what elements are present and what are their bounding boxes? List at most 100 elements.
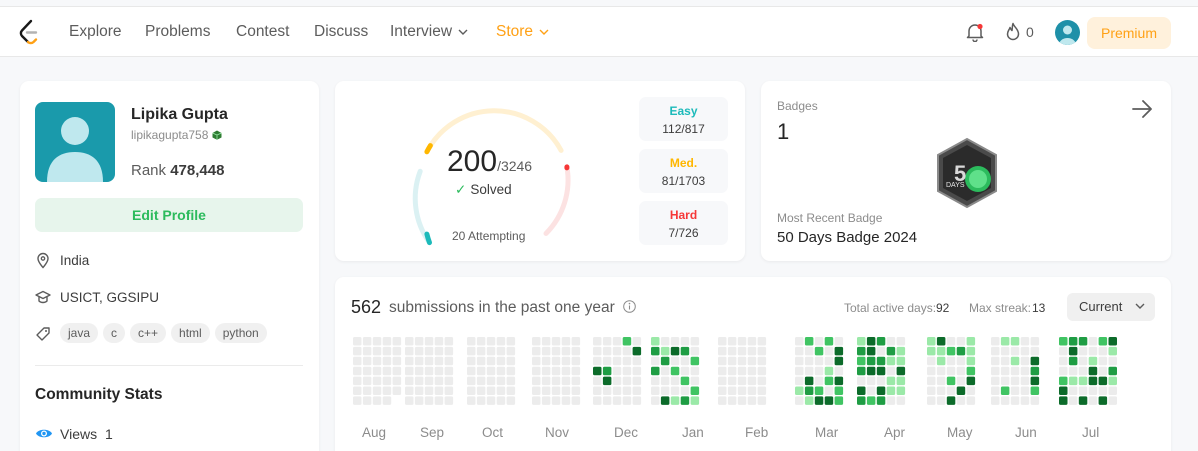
heatmap-cell[interactable] <box>486 396 496 405</box>
heatmap-cell[interactable] <box>541 356 551 366</box>
heatmap-cell[interactable] <box>680 386 690 396</box>
heatmap-cell[interactable] <box>444 376 454 386</box>
heatmap-cell[interactable] <box>414 366 424 376</box>
heatmap-cell[interactable] <box>382 376 392 386</box>
heatmap-cell[interactable] <box>1068 356 1078 366</box>
heatmap-cell[interactable] <box>467 356 476 366</box>
heatmap-cell[interactable] <box>680 337 690 346</box>
heatmap-cell[interactable] <box>886 337 896 346</box>
heatmap-cell[interactable] <box>660 337 670 346</box>
heatmap-cell[interactable] <box>966 366 976 376</box>
nav-explore[interactable]: Explore <box>69 23 122 41</box>
heatmap-cell[interactable] <box>857 366 866 376</box>
heatmap-cell[interactable] <box>690 396 700 405</box>
heatmap-cell[interactable] <box>795 366 804 376</box>
heatmap-cell[interactable] <box>532 376 541 386</box>
heatmap-cell[interactable] <box>795 386 804 396</box>
heatmap-cell[interactable] <box>886 376 896 386</box>
heatmap-cell[interactable] <box>1068 396 1078 405</box>
heatmap-cell[interactable] <box>727 337 737 346</box>
50-days-badge-icon[interactable]: 5 DAYS <box>934 137 1000 209</box>
heatmap-cell[interactable] <box>632 376 642 386</box>
heatmap-cell[interactable] <box>612 337 622 346</box>
heatmap-cell[interactable] <box>857 337 866 346</box>
heatmap-cell[interactable] <box>496 337 506 346</box>
heatmap-cell[interactable] <box>966 396 976 405</box>
heatmap-cell[interactable] <box>593 376 602 386</box>
heatmap-cell[interactable] <box>966 356 976 366</box>
heatmap-cell[interactable] <box>804 346 814 356</box>
heatmap-cell[interactable] <box>1020 337 1030 346</box>
heatmap-cell[interactable] <box>1030 337 1040 346</box>
leetcode-logo-icon[interactable] <box>17 19 41 45</box>
heatmap-cell[interactable] <box>571 366 581 376</box>
heatmap-cell[interactable] <box>392 366 402 376</box>
heatmap-cell[interactable] <box>1010 386 1020 396</box>
heatmap-cell[interactable] <box>1088 366 1098 376</box>
heatmap-cell[interactable] <box>651 386 660 396</box>
heatmap-cell[interactable] <box>632 356 642 366</box>
heatmap-cell[interactable] <box>1000 386 1010 396</box>
heatmap-cell[interactable] <box>824 346 834 356</box>
heatmap-cell[interactable] <box>1098 376 1108 386</box>
heatmap-cell[interactable] <box>857 346 866 356</box>
heatmap-cell[interactable] <box>956 386 966 396</box>
heatmap-cell[interactable] <box>834 396 844 405</box>
heatmap-cell[interactable] <box>1059 386 1068 396</box>
heatmap-cell[interactable] <box>718 356 727 366</box>
heatmap-cell[interactable] <box>747 396 757 405</box>
heatmap-cell[interactable] <box>670 396 680 405</box>
heatmap-cell[interactable] <box>444 396 454 405</box>
heatmap-cell[interactable] <box>795 356 804 366</box>
heatmap-cell[interactable] <box>1078 337 1088 346</box>
heatmap-cell[interactable] <box>372 356 382 366</box>
heatmap-cell[interactable] <box>670 346 680 356</box>
heatmap-cell[interactable] <box>956 376 966 386</box>
heatmap-cell[interactable] <box>718 366 727 376</box>
heatmap-cell[interactable] <box>372 346 382 356</box>
heatmap-cell[interactable] <box>936 396 946 405</box>
heatmap-cell[interactable] <box>1098 366 1108 376</box>
heatmap-cell[interactable] <box>467 376 476 386</box>
heatmap-cell[interactable] <box>1108 337 1118 346</box>
heatmap-cell[interactable] <box>991 396 1000 405</box>
heatmap-cell[interactable] <box>956 366 966 376</box>
heatmap-cell[interactable] <box>670 366 680 376</box>
heatmap-cell[interactable] <box>541 396 551 405</box>
heatmap-cell[interactable] <box>936 337 946 346</box>
heatmap-cell[interactable] <box>506 346 516 356</box>
heatmap-cell[interactable] <box>541 337 551 346</box>
heatmap-cell[interactable] <box>814 337 824 346</box>
nav-discuss[interactable]: Discuss <box>314 23 368 41</box>
heatmap-cell[interactable] <box>886 356 896 366</box>
heatmap-cell[interactable] <box>593 366 602 376</box>
heatmap-cell[interactable] <box>405 337 414 346</box>
heatmap-cell[interactable] <box>1098 356 1108 366</box>
heatmap-cell[interactable] <box>496 366 506 376</box>
heatmap-cell[interactable] <box>353 386 362 396</box>
heatmap-cell[interactable] <box>444 366 454 376</box>
heatmap-cell[interactable] <box>804 376 814 386</box>
heatmap-cell[interactable] <box>718 337 727 346</box>
heatmap-cell[interactable] <box>834 346 844 356</box>
heatmap-cell[interactable] <box>467 366 476 376</box>
heatmap-cell[interactable] <box>956 356 966 366</box>
skill-tag[interactable]: java <box>60 323 99 343</box>
heatmap-cell[interactable] <box>532 386 541 396</box>
heatmap-cell[interactable] <box>737 376 747 386</box>
heatmap-cell[interactable] <box>444 346 454 356</box>
heatmap-cell[interactable] <box>814 396 824 405</box>
heatmap-cell[interactable] <box>467 386 476 396</box>
heatmap-cell[interactable] <box>424 337 434 346</box>
heatmap-cell[interactable] <box>795 376 804 386</box>
heatmap-cell[interactable] <box>632 366 642 376</box>
heatmap-cell[interactable] <box>814 366 824 376</box>
heatmap-cell[interactable] <box>632 346 642 356</box>
heatmap-cell[interactable] <box>382 366 392 376</box>
heatmap-cell[interactable] <box>757 366 767 376</box>
heatmap-cell[interactable] <box>946 376 956 386</box>
heatmap-cell[interactable] <box>876 366 886 376</box>
heatmap-cell[interactable] <box>486 346 496 356</box>
heatmap-cell[interactable] <box>612 386 622 396</box>
heatmap-cell[interactable] <box>551 366 561 376</box>
